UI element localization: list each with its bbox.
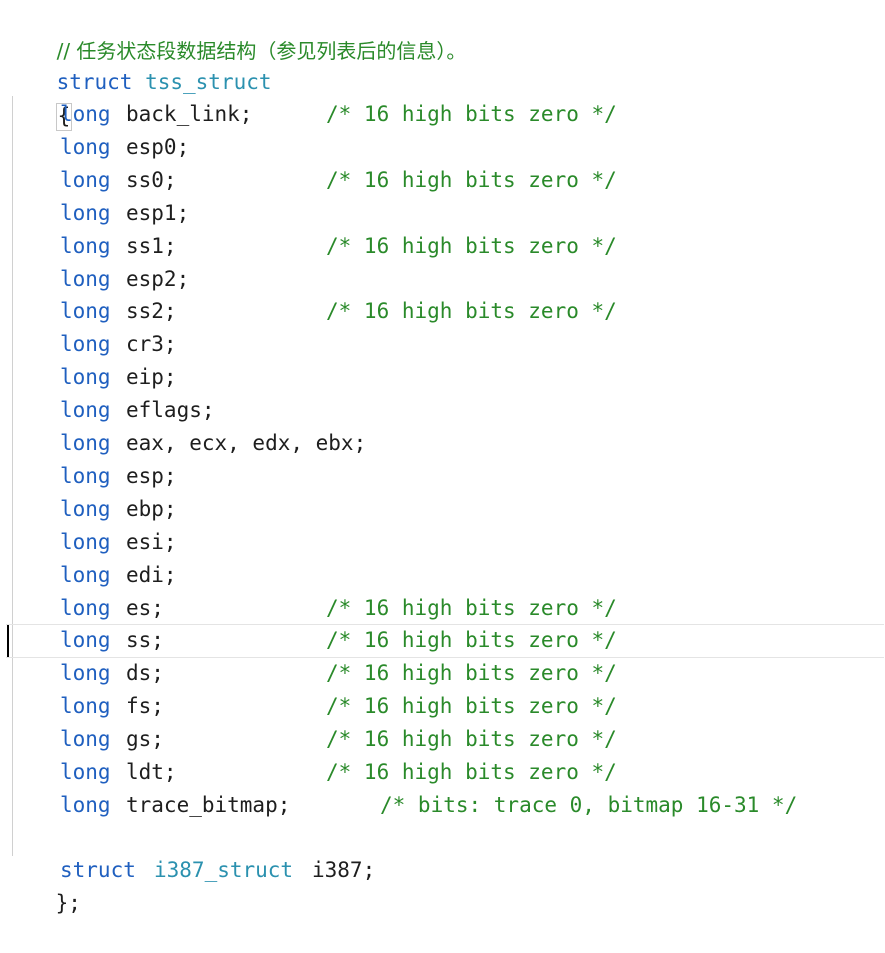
field-type: long [60, 267, 111, 291]
struct-name: tss_struct [145, 70, 272, 94]
field-name: esp2; [126, 267, 190, 291]
field-comment: /* 16 high bits zero */ [326, 168, 617, 192]
code-line-field[interactable]: long cr3; [0, 328, 885, 361]
close-brace: }; [55, 891, 81, 915]
field-type: long [60, 102, 111, 126]
code-line-i387[interactable]: struct i387_struct i387; [0, 821, 885, 882]
field-type: long [60, 299, 111, 323]
field-type: long [60, 596, 111, 620]
field-comment: /* bits: trace 0, bitmap 16-31 */ [380, 793, 798, 817]
field-comment: /* 16 high bits zero */ [326, 299, 617, 323]
field-type: long [60, 530, 111, 554]
code-line-field[interactable]: long ss1; /* 16 high bits zero */ [0, 230, 885, 263]
code-line-open-brace[interactable]: { [5, 67, 73, 131]
field-comment: /* 16 high bits zero */ [326, 760, 617, 784]
code-line-field[interactable]: long ss; /* 16 high bits zero */ [0, 624, 885, 657]
code-line-field[interactable]: long es; /* 16 high bits zero */ [0, 592, 885, 625]
code-line-field[interactable]: long esi; [0, 526, 885, 559]
field-name: eip; [126, 365, 177, 389]
code-line-field[interactable]: long back_link; /* 16 high bits zero */ [0, 98, 885, 131]
field-name: ss; [126, 628, 164, 652]
field-type: long [60, 135, 111, 159]
field-type: long [60, 628, 111, 652]
field-name: ss2; [126, 299, 177, 323]
code-line-field[interactable]: long trace_bitmap; /* bits: trace 0, bitma… [0, 789, 885, 822]
field-name: trace_bitmap; [126, 793, 291, 817]
field-name: back_link; [126, 102, 253, 126]
field-name: gs; [126, 727, 164, 751]
code-line-field[interactable]: long ss2; /* 16 high bits zero */ [0, 295, 885, 328]
field-comment: /* 16 high bits zero */ [326, 727, 617, 751]
code-editor[interactable]: // 任务状态段数据结构（参见列表后的信息）。 struct tss_struc… [0, 0, 885, 915]
field-comment: /* 16 high bits zero */ [326, 694, 617, 718]
field-name: edi; [126, 563, 177, 587]
field-type: long [60, 201, 111, 225]
field-name: ss1; [126, 234, 177, 258]
field-type: long [60, 563, 111, 587]
field-type: long [60, 398, 111, 422]
code-line-field[interactable]: long esp; [0, 460, 885, 493]
field-type: long [60, 464, 111, 488]
field-type: long [60, 793, 111, 817]
field-name: esp0; [126, 135, 190, 159]
field-type: long [60, 727, 111, 751]
code-line-field[interactable]: long edi; [0, 559, 885, 592]
field-name: cr3; [126, 332, 177, 356]
code-line-field[interactable]: long eflags; [0, 394, 885, 427]
code-line-field[interactable]: long esp0; [0, 131, 885, 164]
field-type: long [60, 234, 111, 258]
field-type: long [60, 694, 111, 718]
field-name: esp1; [126, 201, 190, 225]
field-type: long [60, 332, 111, 356]
field-name: es; [126, 596, 164, 620]
code-line-header-comment[interactable]: // 任务状态段数据结构（参见列表后的信息）。 [6, 2, 467, 63]
code-line-field[interactable]: long ss0; /* 16 high bits zero */ [0, 164, 885, 197]
field-comment: /* 16 high bits zero */ [326, 234, 617, 258]
code-line-field[interactable]: long esp1; [0, 197, 885, 230]
field-type: long [60, 365, 111, 389]
field-name: ss0; [126, 168, 177, 192]
code-line-field[interactable]: long eip; [0, 361, 885, 394]
code-line-field[interactable]: long ds; /* 16 high bits zero */ [0, 657, 885, 690]
field-type: long [60, 431, 111, 455]
field-name: fs; [126, 694, 164, 718]
field-type: long [60, 760, 111, 784]
field-type: long [60, 661, 111, 685]
code-line-field[interactable]: long fs; /* 16 high bits zero */ [0, 690, 885, 723]
field-name: ds; [126, 661, 164, 685]
code-line-field[interactable]: long ldt; /* 16 high bits zero */ [0, 756, 885, 789]
field-comment: /* 16 high bits zero */ [326, 102, 617, 126]
code-line-field[interactable]: long eax, ecx, edx, ebx; [0, 427, 885, 460]
field-name: ebp; [126, 497, 177, 521]
field-comment: /* 16 high bits zero */ [326, 661, 617, 685]
code-line-field[interactable]: long gs; /* 16 high bits zero */ [0, 723, 885, 756]
code-line-field[interactable]: long esp2; [0, 263, 885, 296]
code-line-struct-decl[interactable]: struct tss_struct [6, 33, 272, 94]
field-name: esi; [126, 530, 177, 554]
code-line-field[interactable]: long ebp; [0, 493, 885, 526]
field-comment: /* 16 high bits zero */ [326, 596, 617, 620]
field-name: esp; [126, 464, 177, 488]
field-name: eax, ecx, edx, ebx; [126, 431, 367, 455]
field-type: long [60, 168, 111, 192]
code-line-close-brace[interactable]: }; [5, 854, 81, 915]
field-type: long [60, 497, 111, 521]
field-comment: /* 16 high bits zero */ [326, 628, 617, 652]
field-name: eflags; [126, 398, 215, 422]
field-name: ldt; [126, 760, 177, 784]
field-name: i387; [312, 858, 376, 882]
field-type-name: i387_struct [154, 858, 294, 882]
